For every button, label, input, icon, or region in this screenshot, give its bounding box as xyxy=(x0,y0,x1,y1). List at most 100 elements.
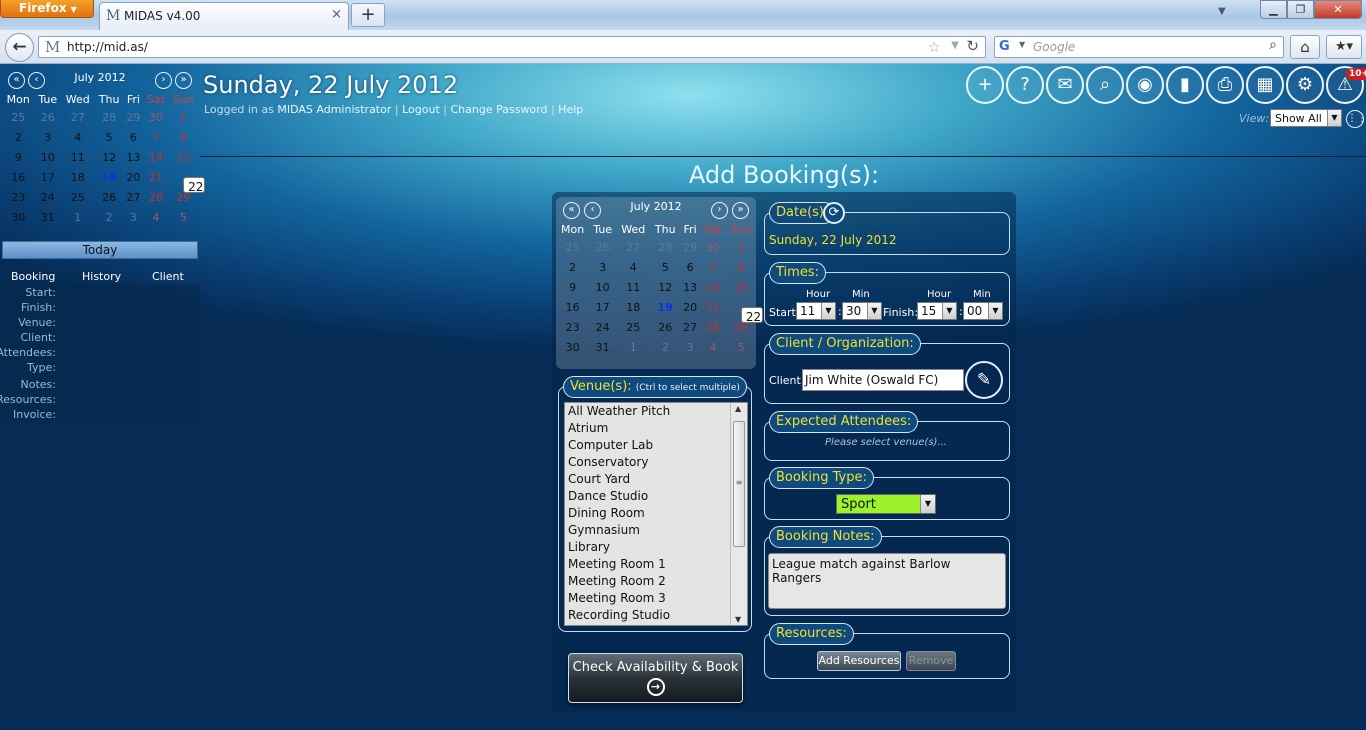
close-tab-icon[interactable]: × xyxy=(331,7,342,22)
calendar-day[interactable]: 28 xyxy=(700,317,726,337)
calendar-day[interactable]: 4 xyxy=(61,127,95,147)
calendar-day[interactable]: 1 xyxy=(61,207,95,227)
calendar-day[interactable]: 27 xyxy=(616,237,650,257)
calendar-day[interactable]: 5 xyxy=(650,257,680,277)
calendar-day[interactable]: 22 xyxy=(726,297,763,324)
calendar-day[interactable]: 15 xyxy=(169,147,198,167)
calendar-day[interactable]: 6 xyxy=(124,127,144,147)
calendar-day[interactable]: 20 xyxy=(680,297,700,317)
venue-item[interactable]: Meeting Room 3 xyxy=(565,590,747,607)
calendar-day[interactable]: 3 xyxy=(35,127,61,147)
today-button[interactable]: Today xyxy=(2,241,198,259)
add-resources-button[interactable]: Add Resources xyxy=(817,651,901,671)
calendar-day[interactable]: 17 xyxy=(589,297,616,317)
finish-min-select[interactable]: 00 ▼ xyxy=(963,302,1003,320)
search-engine-dropdown-icon[interactable]: ▼ xyxy=(1019,40,1025,49)
calendar-day[interactable]: 1 xyxy=(616,337,650,357)
logout-link[interactable]: Logout xyxy=(402,103,440,116)
tab-booking[interactable]: Booking xyxy=(11,270,55,283)
remove-resources-button[interactable]: Remove xyxy=(906,651,956,671)
selected-day[interactable]: 22 xyxy=(740,307,763,324)
client-input[interactable]: Jim White (Oswald FC) xyxy=(802,369,964,391)
calendar-day[interactable]: 27 xyxy=(124,187,144,207)
selected-day[interactable]: 22 xyxy=(183,177,206,194)
calendar-day[interactable]: 19 xyxy=(95,167,124,187)
edit-pencil-icon[interactable]: ✎ xyxy=(965,361,1003,399)
finish-hour-select[interactable]: 15 ▼ xyxy=(917,302,957,320)
settings-icon[interactable]: ⚙ xyxy=(1286,66,1324,104)
calendar-day[interactable]: 23 xyxy=(556,317,589,337)
stats-icon[interactable]: ▮ xyxy=(1166,66,1204,104)
calendar-day[interactable]: 9 xyxy=(556,277,589,297)
calendar-day[interactable]: 3 xyxy=(680,337,700,357)
new-tab-button[interactable]: + xyxy=(351,3,385,27)
calendar-day[interactable]: 29 xyxy=(680,237,700,257)
calendar-day[interactable]: 8 xyxy=(169,127,198,147)
calendar-day[interactable]: 30 xyxy=(556,337,589,357)
calendar-day[interactable]: 2 xyxy=(556,257,589,277)
venue-item[interactable]: Computer Lab xyxy=(565,437,747,454)
calendar-day[interactable]: 10 xyxy=(35,147,61,167)
calendar-day[interactable]: 3 xyxy=(589,257,616,277)
venue-item[interactable]: Atrium xyxy=(565,420,747,437)
start-hour-select[interactable]: 11 ▼ xyxy=(796,302,836,320)
maximize-window-button[interactable]: ❐ xyxy=(1287,0,1314,19)
calendar-day[interactable]: 13 xyxy=(124,147,144,167)
calendar-day[interactable]: 10 xyxy=(589,277,616,297)
calendar-day[interactable]: 5 xyxy=(169,207,198,227)
url-dropdown-icon[interactable]: ▼ xyxy=(951,40,959,51)
calendar-day[interactable]: 2 xyxy=(2,127,35,147)
calendar-day[interactable]: 21 xyxy=(700,297,726,317)
calendar-day[interactable]: 29 xyxy=(124,107,144,127)
tab-history[interactable]: History xyxy=(82,270,121,283)
calendar-day[interactable]: 23 xyxy=(2,187,35,207)
calendar-day[interactable]: 11 xyxy=(616,277,650,297)
calendar-day[interactable]: 31 xyxy=(589,337,616,357)
calendar-day[interactable]: 18 xyxy=(61,167,95,187)
venue-item[interactable]: Meeting Room 1 xyxy=(565,556,747,573)
calendar-day[interactable]: 22 xyxy=(169,167,206,194)
calendar-day[interactable]: 2 xyxy=(95,207,124,227)
calendar-day[interactable]: 26 xyxy=(650,317,680,337)
tab-client[interactable]: Client xyxy=(152,270,184,283)
venue-item[interactable]: Recording Studio xyxy=(565,607,747,624)
venue-list[interactable]: All Weather Pitch Atrium Computer Lab Conse… xyxy=(564,402,748,626)
calendar-day[interactable]: 16 xyxy=(2,167,35,187)
calendar-day[interactable]: 12 xyxy=(95,147,124,167)
start-min-select[interactable]: 30 ▼ xyxy=(842,302,882,320)
grid-view-icon[interactable]: ⋮⋮ xyxy=(1346,110,1366,128)
calendar-day[interactable]: 4 xyxy=(143,207,168,227)
venue-scrollbar[interactable]: ▲ ≡ ▼ xyxy=(730,403,747,625)
calendar-day[interactable]: 1 xyxy=(169,107,198,127)
calendar-day[interactable]: 13 xyxy=(680,277,700,297)
list-tabs-icon[interactable]: ▼ xyxy=(1218,6,1226,17)
next-year-icon[interactable]: » xyxy=(732,202,749,219)
calendar-day[interactable]: 28 xyxy=(143,187,168,207)
firefox-menu-button[interactable]: Firefox ▼ xyxy=(0,0,94,18)
help-icon[interactable]: ? xyxy=(1006,66,1044,104)
view-select[interactable]: Show All ▼ xyxy=(1270,109,1342,127)
mail-icon[interactable]: ✉ xyxy=(1046,66,1084,104)
booking-type-select[interactable]: Sport ▼ xyxy=(836,494,936,514)
print-icon[interactable]: ⎙ xyxy=(1206,66,1244,104)
search-icon[interactable]: ⌕ xyxy=(1269,37,1277,53)
calendar-day[interactable]: 8 xyxy=(726,257,756,277)
calendar-day[interactable]: 15 xyxy=(726,277,756,297)
add-icon[interactable]: + xyxy=(966,66,1004,104)
venue-item[interactable]: Conservatory xyxy=(565,454,747,471)
reload-icon[interactable]: ↻ xyxy=(966,37,979,55)
calendar-day[interactable]: 26 xyxy=(95,187,124,207)
venue-item[interactable]: Dance Studio xyxy=(565,488,747,505)
check-availability-button[interactable]: Check Availability & Book → xyxy=(568,653,743,703)
calendar-day[interactable]: 9 xyxy=(2,147,35,167)
home-button[interactable]: ⌂ xyxy=(1290,35,1320,59)
bookmarks-button[interactable]: ★▾ xyxy=(1326,35,1362,59)
calendar-day[interactable]: 17 xyxy=(35,167,61,187)
calendar-day[interactable]: 1 xyxy=(726,237,756,257)
calendar-day[interactable]: 30 xyxy=(143,107,168,127)
browser-tab[interactable]: M MIDAS v4.00 × xyxy=(99,2,349,30)
scroll-down-icon[interactable]: ▼ xyxy=(735,615,741,624)
minimize-window-button[interactable]: ▁ xyxy=(1260,0,1287,19)
venue-item[interactable]: Gymnasium xyxy=(565,522,747,539)
calendar-day[interactable]: 21 xyxy=(143,167,168,187)
